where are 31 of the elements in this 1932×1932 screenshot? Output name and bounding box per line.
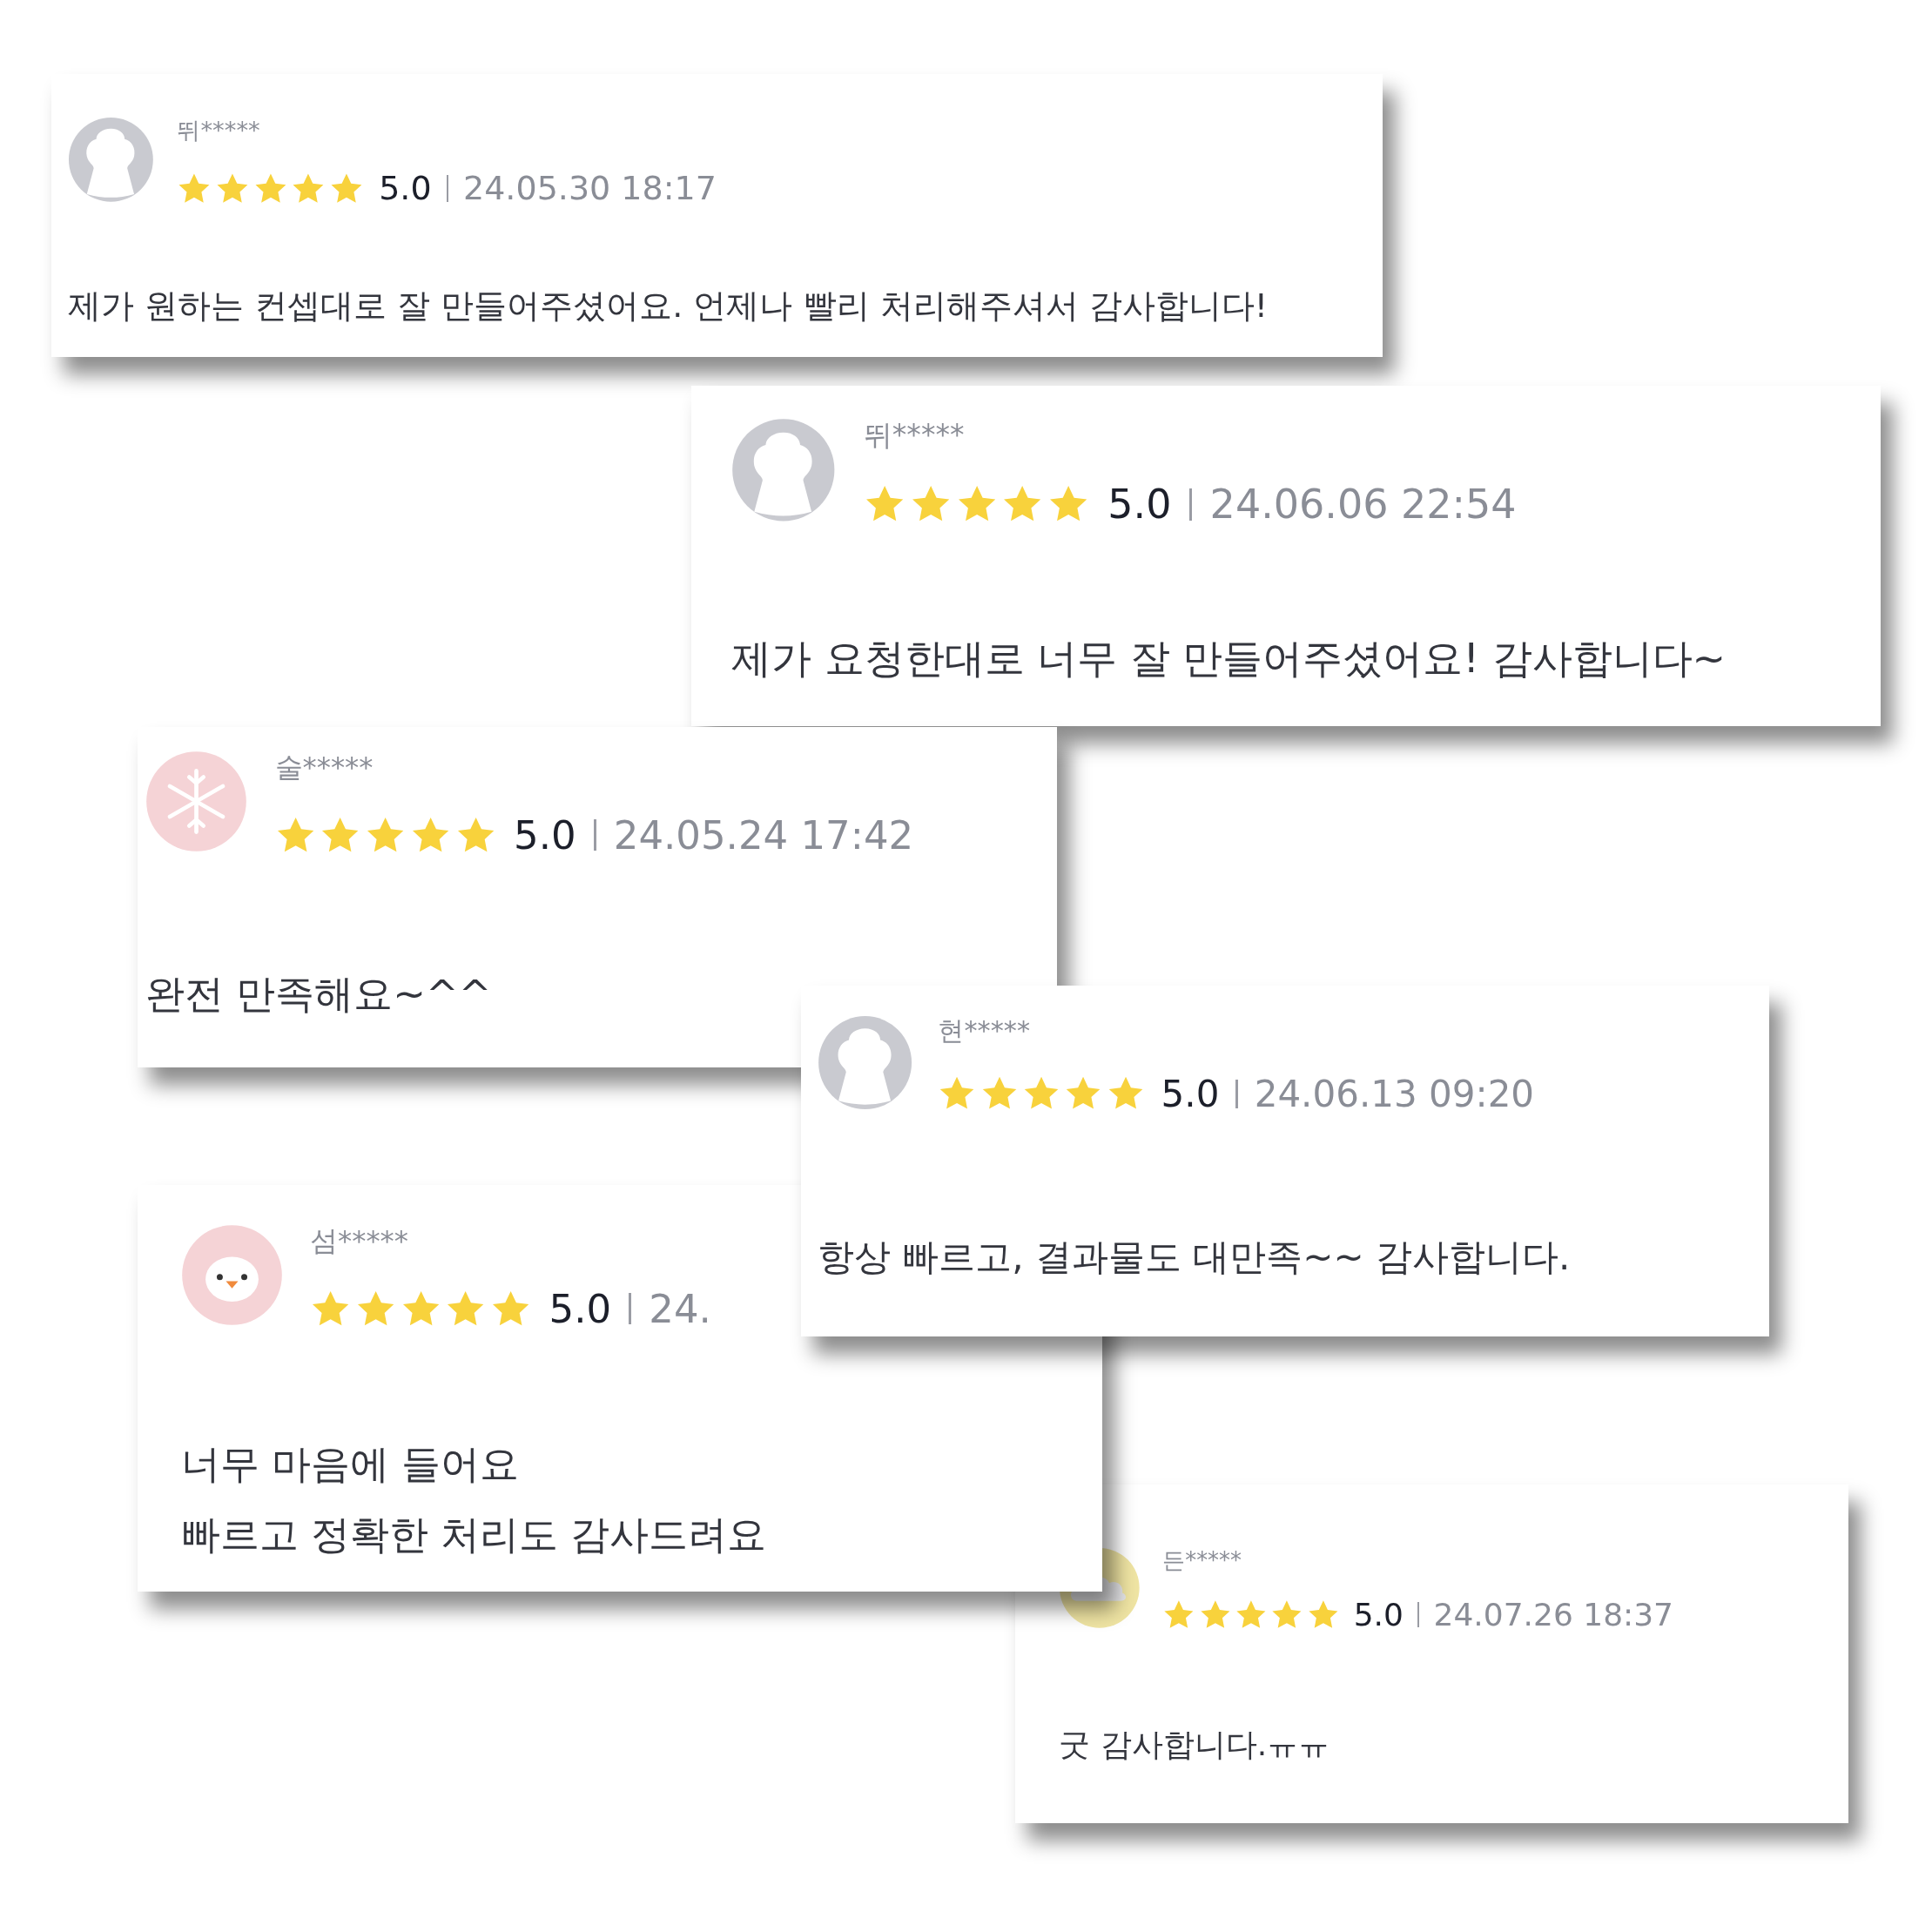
reviewer-name: 현***** bbox=[938, 1014, 1032, 1047]
reviewer-name: 뛰***** bbox=[863, 417, 966, 453]
reviewer-name: 술***** bbox=[274, 751, 374, 784]
review-date: 24.06.06 22:54 bbox=[1209, 479, 1517, 529]
rating-score: 5.0 bbox=[1107, 479, 1172, 529]
user-avatar-icon bbox=[731, 417, 836, 522]
review-text: 제가 요청한대로 너무 잘 만들어주셨어요! 감사합니다~ bbox=[731, 634, 1727, 684]
review-text: 완전 만족해요~^^ bbox=[145, 970, 493, 1020]
rating-score: 5.0 bbox=[1353, 1595, 1404, 1634]
review-date: 24.05.30 18:17 bbox=[463, 168, 717, 210]
review-date: 24.05.24 17:42 bbox=[613, 811, 914, 860]
review-date: 24.07.26 18:37 bbox=[1433, 1595, 1674, 1634]
user-avatar-icon bbox=[68, 117, 154, 204]
review-date: 24. bbox=[649, 1284, 711, 1334]
reviewer-name: 섬***** bbox=[310, 1224, 409, 1258]
review-text: 제가 원하는 컨셉대로 잘 만들어주셨어요. 언제나 빨리 처리해주셔서 감사합니다! bbox=[68, 286, 1269, 327]
cloud-icon bbox=[1059, 1547, 1141, 1629]
reviewer-name: 든***** bbox=[1162, 1547, 1242, 1575]
rating-score: 5.0 bbox=[549, 1284, 612, 1334]
review-text: 굿 감사합니다.ㅠㅠ bbox=[1059, 1725, 1331, 1764]
chick-icon bbox=[180, 1224, 283, 1326]
rating-score: 5.0 bbox=[514, 811, 576, 860]
snowflake-icon bbox=[145, 751, 247, 852]
review-date: 24.06.13 09:20 bbox=[1254, 1071, 1535, 1117]
user-avatar-icon bbox=[817, 1014, 913, 1110]
rating-score: 5.0 bbox=[379, 168, 432, 210]
reviewer-name: 뛰***** bbox=[177, 117, 261, 146]
review-text: 항상 빠르고, 결과물도 대만족~~ 감사합니다. bbox=[817, 1234, 1572, 1280]
review-text: 빠르고 정확한 처리도 감사드려요 bbox=[180, 1510, 768, 1559]
rating-score: 5.0 bbox=[1161, 1071, 1220, 1117]
review-text: 너무 마음에 들어요 bbox=[180, 1439, 521, 1489]
